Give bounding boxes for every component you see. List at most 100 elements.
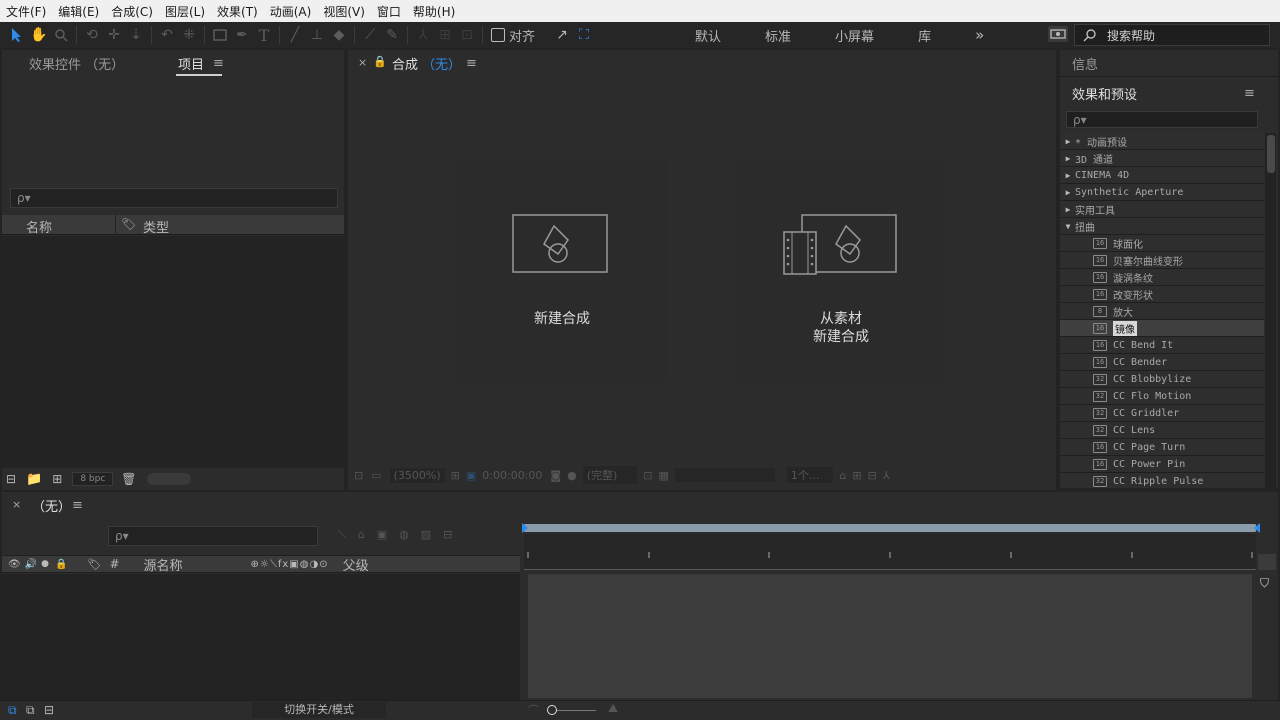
camera-tool-icon[interactable]: ✛ — [103, 24, 125, 46]
effect-item-row[interactable]: 32 CC Ripple Pulse — [1060, 473, 1264, 488]
snap-features-icon[interactable]: ⛶ — [573, 24, 595, 46]
effects-panel-menu-icon[interactable]: ≡ — [1244, 86, 1255, 101]
rectangle-tool-icon[interactable] — [209, 24, 231, 46]
effect-item-row[interactable]: 16 CC Page Turn — [1060, 439, 1264, 456]
local-axis-icon[interactable]: ⅄ — [412, 24, 434, 46]
triangle-right-icon[interactable]: ▶ — [1063, 171, 1073, 180]
workspace-default[interactable]: 默认 — [695, 26, 721, 45]
project-search-input[interactable]: ρ▾ — [10, 188, 338, 208]
timeline-close-icon[interactable]: × — [12, 498, 21, 511]
effect-item-row[interactable]: 16 CC Bend It — [1060, 337, 1264, 354]
effect-item-row[interactable]: 32 CC Blobbylize — [1060, 371, 1264, 388]
menu-animation[interactable]: 动画(A) — [270, 3, 312, 20]
triangle-down-icon[interactable]: ▼ — [1063, 222, 1073, 231]
triangle-right-icon[interactable]: ▶ — [1063, 154, 1073, 163]
menu-composition[interactable]: 合成(C) — [111, 3, 153, 20]
snap-checkbox[interactable] — [491, 28, 505, 42]
project-items-area[interactable] — [2, 236, 344, 468]
tab-info[interactable]: 信息 — [1072, 54, 1098, 73]
transfer-controls-pane-icon[interactable]: ⧉ — [26, 703, 35, 718]
column-name[interactable]: 名称 — [26, 217, 52, 236]
comp-tab-name[interactable]: （无） — [422, 54, 461, 73]
effect-item-row[interactable]: 16 镜像 — [1060, 320, 1264, 337]
new-comp-from-footage-card[interactable]: 从素材 新建合成 — [736, 160, 946, 382]
snap-edges-icon[interactable]: ↗ — [551, 24, 573, 46]
in-out-pane-icon[interactable]: ⊟ — [44, 703, 54, 717]
tab-effects-presets[interactable]: 效果和预设 — [1072, 84, 1137, 103]
menu-help[interactable]: 帮助(H) — [413, 3, 455, 20]
timeline-search-input[interactable]: ρ▾ — [108, 526, 318, 546]
brush-tool-icon[interactable]: ╱ — [284, 24, 306, 46]
effect-item-row[interactable]: 16 漩涡条纹 — [1060, 269, 1264, 286]
comp-marker-bin-icon[interactable]: ⛉ — [1260, 576, 1269, 591]
effect-category-row[interactable]: ▶ CINEMA 4D — [1060, 167, 1264, 184]
comp-panel-menu-icon[interactable]: ≡ — [466, 56, 477, 71]
pan-behind-tool-icon[interactable]: ⇣ — [125, 24, 147, 46]
layer-switches-icons[interactable]: ⊕☼⟍fx▣◍◑⊙ — [251, 559, 329, 570]
work-area-end-handle[interactable] — [1252, 523, 1262, 533]
eraser-tool-icon[interactable]: ◆ — [328, 24, 350, 46]
layer-list-area[interactable] — [2, 574, 520, 700]
column-type[interactable]: 类型 — [143, 217, 169, 236]
workspace-library[interactable]: 库 — [918, 26, 931, 45]
view-axis-icon[interactable]: ⊡ — [456, 24, 478, 46]
rotate-tool-icon[interactable]: ⟲ — [81, 24, 103, 46]
effect-item-row[interactable]: 16 贝塞尔曲线变形 — [1060, 252, 1264, 269]
menu-view[interactable]: 视图(V) — [323, 3, 365, 20]
comp-tab-title[interactable]: 合成 — [392, 54, 418, 73]
effect-category-row[interactable]: ▶ 实用工具 — [1060, 201, 1264, 218]
timeline-track-area[interactable] — [528, 574, 1252, 698]
layer-number-column[interactable]: # — [109, 557, 119, 571]
effect-item-row[interactable]: 16 CC Power Pin — [1060, 456, 1264, 473]
comp-close-icon[interactable]: × — [358, 56, 367, 69]
effect-category-row[interactable]: ▶ 3D 通道 — [1060, 150, 1264, 167]
effect-item-row[interactable]: 32 CC Lens — [1060, 422, 1264, 439]
project-panel-menu-icon[interactable]: ≡ — [213, 56, 224, 71]
menu-layer[interactable]: 图层(L) — [165, 3, 205, 20]
new-folder-icon[interactable]: 📁 — [26, 472, 42, 487]
parent-column[interactable]: 父级 — [343, 555, 369, 574]
anchor-tool-icon[interactable]: ⁜ — [178, 24, 200, 46]
text-tool-icon[interactable]: T — [253, 24, 275, 46]
sync-settings-icon[interactable] — [1048, 26, 1068, 42]
effects-search-input[interactable]: ρ▾ — [1066, 111, 1258, 128]
workspace-standard[interactable]: 标准 — [765, 26, 791, 45]
zoom-tool-icon[interactable] — [50, 24, 72, 46]
time-ruler[interactable] — [524, 534, 1256, 570]
label-tag-icon[interactable]: 🏷 — [121, 217, 136, 231]
undo-rotate-icon[interactable]: ↶ — [156, 24, 178, 46]
timeline-tab[interactable]: （无） — [32, 496, 71, 515]
effect-item-row[interactable]: 8 放大 — [1060, 303, 1264, 320]
effects-scrollbar-track[interactable] — [1265, 133, 1276, 488]
work-area-start-handle[interactable] — [520, 523, 530, 533]
clone-stamp-tool-icon[interactable]: ⊥ — [306, 24, 328, 46]
lock-icon[interactable]: 🔒 — [55, 559, 67, 570]
hand-tool-icon[interactable]: ✋ — [28, 24, 50, 46]
workspace-small-screen[interactable]: 小屏幕 — [835, 26, 874, 45]
tab-project[interactable]: 项目 — [178, 54, 204, 73]
effect-item-row[interactable]: 16 改变形状 — [1060, 286, 1264, 303]
menu-window[interactable]: 窗口 — [377, 3, 401, 20]
effects-scrollbar-thumb[interactable] — [1266, 135, 1275, 173]
video-eye-icon[interactable]: 👁 — [8, 559, 21, 570]
menu-edit[interactable]: 编辑(E) — [58, 3, 99, 20]
effect-category-row[interactable]: ▶ Synthetic Aperture — [1060, 184, 1264, 201]
puppet-pin-tool-icon[interactable]: ✎ — [381, 24, 403, 46]
world-axis-icon[interactable]: ⊞ — [434, 24, 456, 46]
audio-icon[interactable]: 🔊 — [25, 559, 37, 570]
zoom-in-icon[interactable]: ⛰ — [608, 701, 618, 716]
ruler-scroll-handle[interactable] — [1258, 554, 1276, 570]
zoom-out-icon[interactable]: ⌒ — [528, 702, 539, 718]
workspace-overflow-icon[interactable]: » — [975, 26, 984, 44]
triangle-right-icon[interactable]: ▶ — [1063, 137, 1073, 146]
new-composition-card[interactable]: 新建合成 — [456, 160, 668, 382]
effect-category-row[interactable]: ▼ 扭曲 — [1060, 218, 1264, 235]
solo-icon[interactable]: ● — [41, 559, 49, 569]
delete-icon[interactable]: 🗑 — [121, 472, 136, 486]
toggle-switches-modes-button[interactable]: 切换开关/模式 — [252, 702, 386, 718]
effect-item-row[interactable]: 16 CC Bender — [1060, 354, 1264, 371]
effect-category-row[interactable]: ▶ * 动画预设 — [1060, 133, 1264, 150]
work-area-bar[interactable] — [524, 524, 1256, 532]
effect-item-row[interactable]: 16 球面化 — [1060, 235, 1264, 252]
new-composition-icon[interactable]: ⊞ — [52, 472, 62, 486]
